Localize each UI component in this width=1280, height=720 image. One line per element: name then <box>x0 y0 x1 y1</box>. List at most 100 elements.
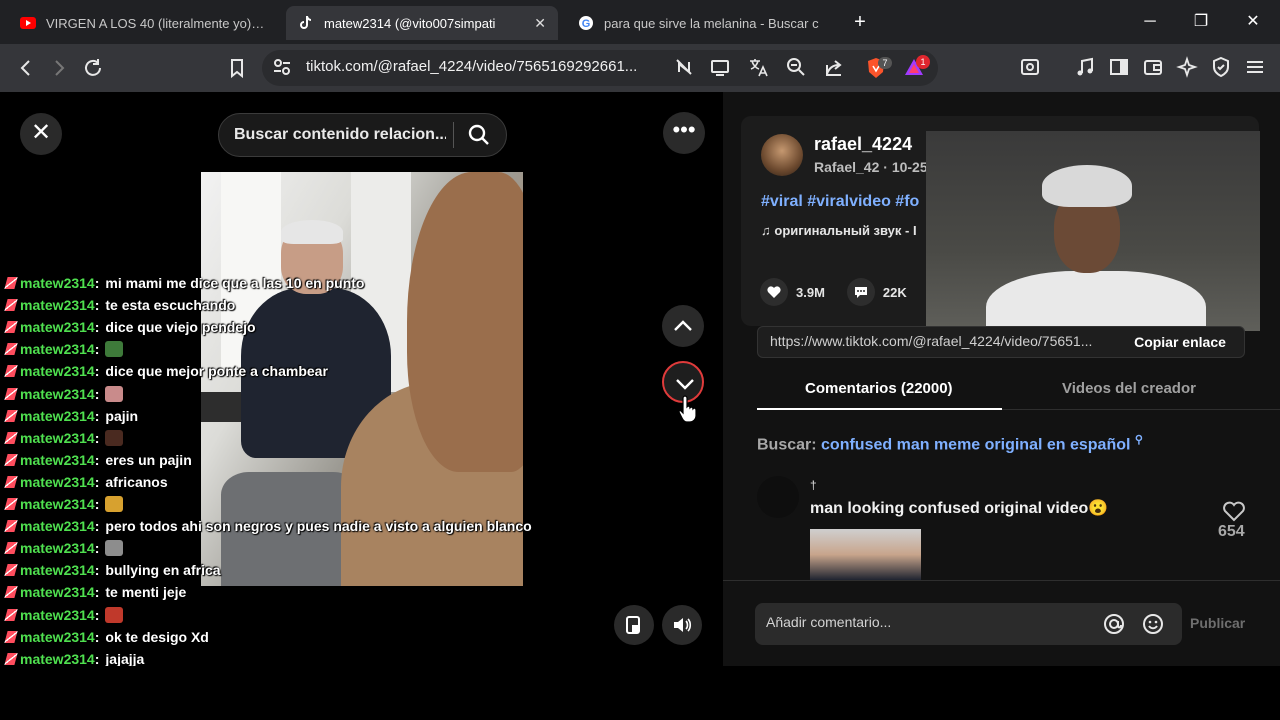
chat-text: ok te desigo Xd <box>105 628 209 645</box>
chat-separator: : <box>94 407 100 424</box>
shields-count-badge: 7 <box>878 57 892 69</box>
tab-title: VIRGEN A LOS 40 (literalmente yo) - Y <box>46 15 266 31</box>
chat-message: matew2314: eres un pajin <box>4 449 192 471</box>
bookmark-icon[interactable] <box>225 56 249 80</box>
chat-badge-icon <box>4 387 18 400</box>
tab-youtube[interactable]: VIRGEN A LOS 40 (literalmente yo) - Y <box>8 6 278 40</box>
previous-video-button[interactable] <box>662 305 704 347</box>
chat-badge-icon <box>4 321 18 334</box>
author-avatar[interactable] <box>761 134 803 176</box>
browser-tab-bar: VIRGEN A LOS 40 (literalmente yo) - Y ma… <box>0 0 1280 44</box>
add-comment-placeholder[interactable]: Añadir comentario... <box>766 614 891 630</box>
chat-username: matew2314 <box>20 275 95 291</box>
chat-separator: : <box>94 275 100 291</box>
volume-button[interactable] <box>662 605 702 645</box>
vpn-icon[interactable] <box>1209 56 1233 80</box>
chat-text: dice que viejo pendejo <box>105 319 256 336</box>
chat-badge-icon <box>4 608 18 621</box>
leo-ai-icon[interactable] <box>1175 56 1199 80</box>
tab-tiktok[interactable]: matew2314 (@vito007simpati ✕ <box>286 6 558 40</box>
forward-icon[interactable] <box>47 56 71 80</box>
related-search-input[interactable]: Buscar contenido relacion... <box>234 126 446 144</box>
tab-google[interactable]: G para que sirve la melanina - Buscar c <box>566 6 838 40</box>
new-tab-button[interactable]: + <box>848 10 872 34</box>
cast-icon[interactable] <box>708 56 732 80</box>
author-subline: Rafael_42 · 10-25 <box>814 159 928 175</box>
chat-message: matew2314: africanos <box>4 471 168 493</box>
chat-message: matew2314: <box>4 338 124 360</box>
chat-separator: : <box>94 451 100 468</box>
zoom-icon[interactable] <box>784 56 808 80</box>
chat-emote-icon <box>105 429 124 446</box>
tab-title: matew2314 (@vito007simpati <box>324 15 496 31</box>
chat-text: jajajja <box>105 650 145 667</box>
commenter-avatar[interactable] <box>757 476 799 518</box>
back-icon[interactable] <box>14 56 38 80</box>
menu-icon[interactable] <box>1243 56 1267 80</box>
close-tab-icon[interactable]: ✕ <box>534 15 546 32</box>
screenshot-icon[interactable] <box>1018 56 1042 80</box>
video-music[interactable]: ♫ оригинальный звук - I <box>761 223 931 238</box>
close-window-icon[interactable]: ✕ <box>1241 10 1265 34</box>
chat-username: matew2314 <box>20 319 95 336</box>
author-username[interactable]: rafael_4224 <box>814 134 912 155</box>
chat-badge-icon <box>4 299 18 312</box>
chat-badge-icon <box>4 498 18 510</box>
emoji-icon[interactable] <box>1141 612 1165 641</box>
chat-username: matew2314 <box>20 385 95 402</box>
chat-message: matew2314: bullying en africa <box>4 559 221 581</box>
search-icon[interactable] <box>466 122 492 148</box>
chat-separator: : <box>94 297 100 314</box>
chat-username: matew2314 <box>20 606 95 623</box>
translate-icon[interactable] <box>746 56 770 80</box>
chat-username: matew2314 <box>20 473 95 490</box>
tab-title: para que sirve la melanina - Buscar c <box>604 15 819 31</box>
chat-separator: : <box>94 341 100 358</box>
chat-text: te esta escuchando <box>105 297 236 314</box>
chat-separator: : <box>94 429 100 446</box>
comment-icon[interactable] <box>846 278 875 306</box>
chat-separator: : <box>94 562 100 579</box>
reload-icon[interactable] <box>81 56 105 80</box>
tab-creator-videos[interactable]: Videos del creador <box>1062 380 1196 397</box>
share-link-text[interactable]: https://www.tiktok.com/@rafael_4224/vide… <box>770 333 1116 349</box>
sidebar-icon[interactable] <box>1107 56 1131 80</box>
copy-link-button[interactable]: Copiar enlace <box>1120 330 1240 354</box>
more-options-button[interactable]: ••• <box>663 112 705 154</box>
search-suggestion-query[interactable]: confused man meme original en español <box>821 436 1130 453</box>
video-hashtags[interactable]: #viral #viralvideo #fo <box>761 193 931 211</box>
wallet-icon[interactable] <box>1141 56 1165 80</box>
restore-icon[interactable]: ❐ <box>1189 10 1213 34</box>
search-suggestion-label: Buscar: <box>757 436 817 454</box>
comment-image[interactable] <box>810 529 921 580</box>
mention-icon[interactable] <box>1102 612 1126 641</box>
chat-emote-icon <box>105 606 124 623</box>
music-note-icon: ♫ <box>761 223 775 238</box>
minimize-icon[interactable]: ─ <box>1138 10 1162 34</box>
close-video-button[interactable]: ✕ <box>20 113 62 155</box>
commenter-name[interactable]: † <box>810 478 817 492</box>
chat-separator: : <box>94 363 100 380</box>
no-cast-icon[interactable] <box>672 56 696 80</box>
chat-emote-icon <box>105 540 124 557</box>
like-icon[interactable] <box>760 278 788 306</box>
search-suggestion[interactable]: Buscar: confused man meme original en es… <box>757 433 1143 454</box>
like-count: 3.9M <box>796 284 825 300</box>
music-title: оригинальный звук - I <box>774 223 917 238</box>
chat-badge-icon <box>4 586 18 599</box>
chat-text: mi mami me dice que a las 10 en punto <box>105 275 365 291</box>
hand-cursor-icon <box>678 394 700 429</box>
share-icon[interactable] <box>822 56 846 80</box>
url-text[interactable]: tiktok.com/@rafael_4224/video/7565169292… <box>306 58 666 75</box>
site-settings-icon[interactable] <box>270 56 294 80</box>
music-icon[interactable] <box>1073 56 1097 80</box>
floating-player-button[interactable] <box>614 605 654 645</box>
chat-separator: : <box>94 584 100 601</box>
publish-button[interactable]: Publicar <box>1190 615 1245 631</box>
video-woman-hair <box>407 172 523 472</box>
chat-username: matew2314 <box>20 518 95 535</box>
tab-comments[interactable]: Comentarios (22000) <box>805 380 953 397</box>
chat-text: africanos <box>105 473 168 490</box>
chat-separator: : <box>94 319 100 336</box>
tiktok-icon <box>298 15 314 31</box>
